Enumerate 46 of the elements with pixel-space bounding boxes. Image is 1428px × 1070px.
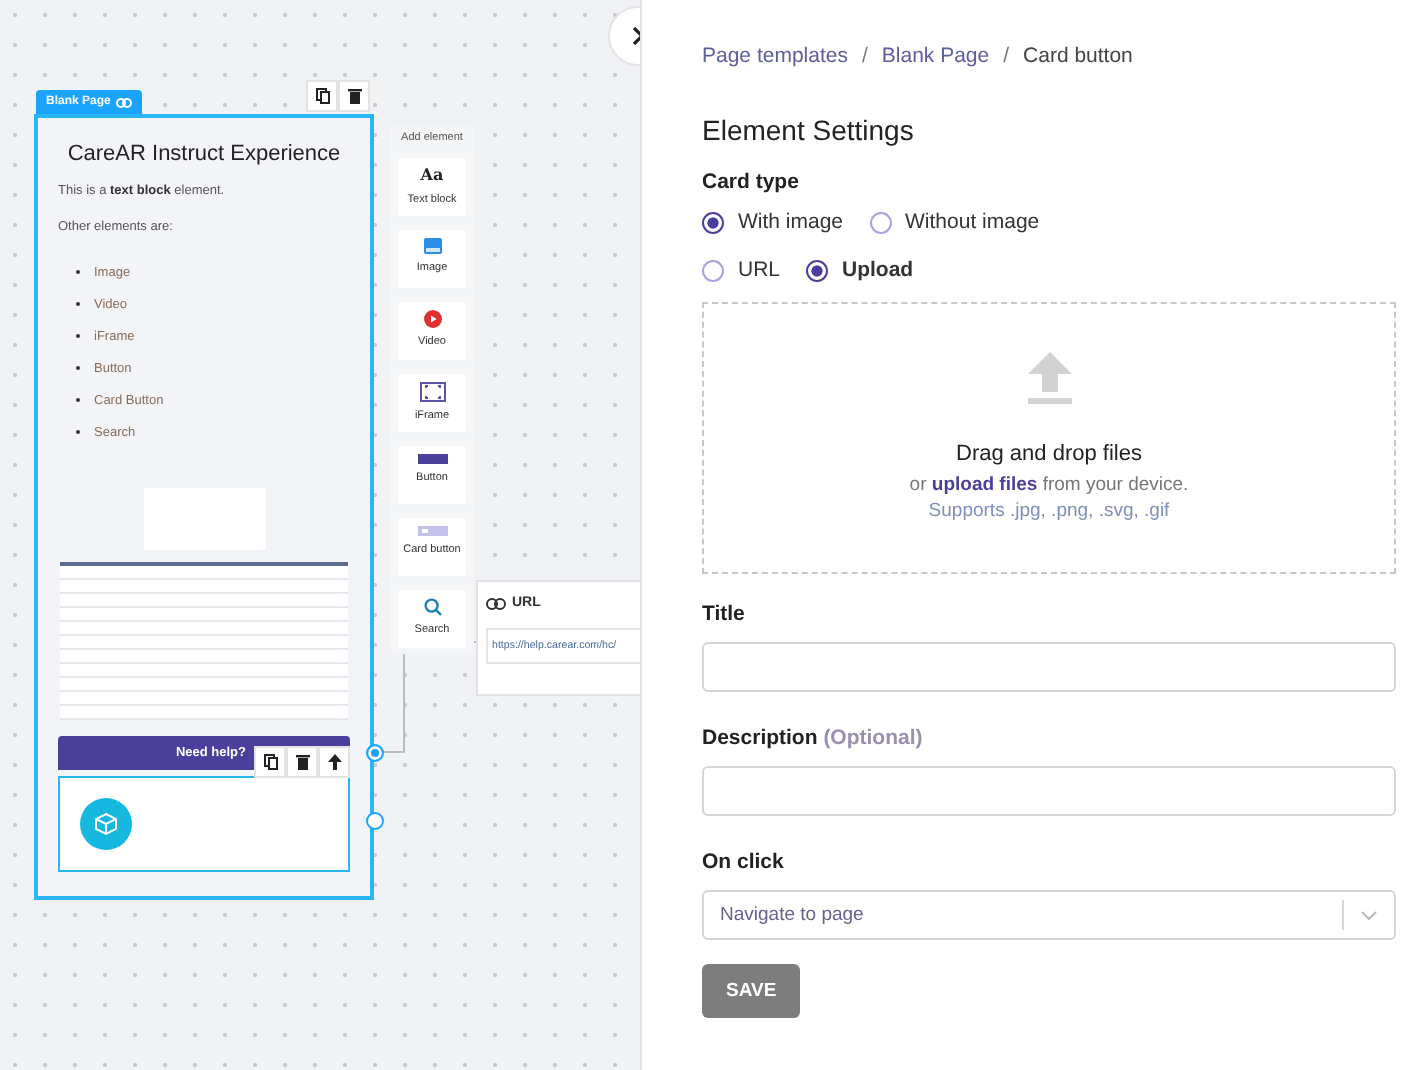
trash-icon [295,754,309,770]
card-type-label: Card type [702,170,801,194]
radio-option[interactable]: Without image [869,210,1040,234]
delete-button[interactable] [286,746,318,778]
button-icon [417,454,447,464]
trash-icon [347,88,361,104]
copy-button[interactable] [254,746,286,778]
settings-heading: Element Settings [702,114,916,146]
radio-option[interactable]: URL [702,258,781,282]
cube-icon [80,798,132,850]
dropzone-text: or upload files from your device. [909,474,1189,496]
breadcrumb-separator: / [1003,44,1010,68]
connection-handle[interactable] [366,744,384,762]
copy-icon [263,754,277,770]
breadcrumb-separator: / [861,44,868,68]
page-title: CareAR Instruct Experience [65,142,343,166]
on-click-dropdown[interactable]: Navigate to page [702,890,1396,940]
breadcrumb-link[interactable]: Page templates [702,44,848,68]
link-icon [116,97,133,107]
chevron-down-icon [1360,909,1378,921]
play-icon [423,310,441,328]
text-field[interactable] [702,642,1396,692]
radio-option[interactable]: Upload [806,258,914,282]
text-field[interactable] [702,766,1396,816]
field-label: Title [702,602,747,626]
move-up-button[interactable] [318,746,350,778]
field-label: Description (Optional) [702,726,925,750]
connection-handle[interactable] [366,812,384,830]
field-label: On click [702,850,786,874]
frame-icon [419,382,445,402]
card-icon [417,526,447,536]
text-block-icon: Aa [420,166,444,186]
link-icon [486,597,506,609]
upload-icon [1027,352,1071,404]
dropzone-title: Drag and drop files [956,442,1142,466]
file-dropzone[interactable]: Drag and drop files or upload files from your device. Supports .jpg, .png, .svg, .gif [702,302,1396,574]
delete-button[interactable] [338,80,370,112]
search-icon [423,598,441,616]
arrow-up-icon [327,754,341,770]
image-icon [423,238,441,254]
radio-option[interactable]: With image [702,210,844,234]
copy-button[interactable] [306,80,338,112]
breadcrumb-current: Card button [1023,44,1133,68]
copy-icon [315,88,329,104]
breadcrumb-link[interactable]: Blank Page [881,44,990,68]
supported-formats-text: Supports .jpg, .png, .svg, .gif [928,500,1170,522]
